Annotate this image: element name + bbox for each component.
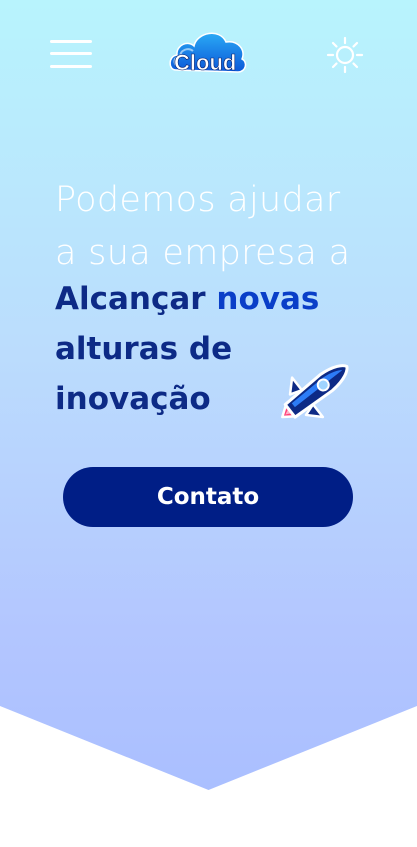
sun-icon[interactable] xyxy=(326,36,364,74)
menu-bar xyxy=(50,40,92,43)
highlight-word-novas: novas xyxy=(216,281,320,317)
rocket-icon xyxy=(281,364,349,419)
logo-text: Cloud xyxy=(174,50,236,75)
hero-headline: Podemos ajudar a sua empresa a xyxy=(55,174,385,280)
contact-button[interactable]: Contato xyxy=(63,467,353,527)
hamburger-menu-icon[interactable] xyxy=(50,38,92,70)
cloud-logo[interactable]: Cloud xyxy=(166,26,250,80)
headline-line-1: Podemos ajudar xyxy=(55,180,341,220)
highlight-word-alcancar: Alcançar xyxy=(55,281,206,317)
highlight-line-1: Alcançar novas xyxy=(55,274,355,324)
menu-bar xyxy=(50,65,92,68)
headline-line-2: a sua empresa a xyxy=(55,233,351,273)
menu-bar xyxy=(50,52,92,55)
